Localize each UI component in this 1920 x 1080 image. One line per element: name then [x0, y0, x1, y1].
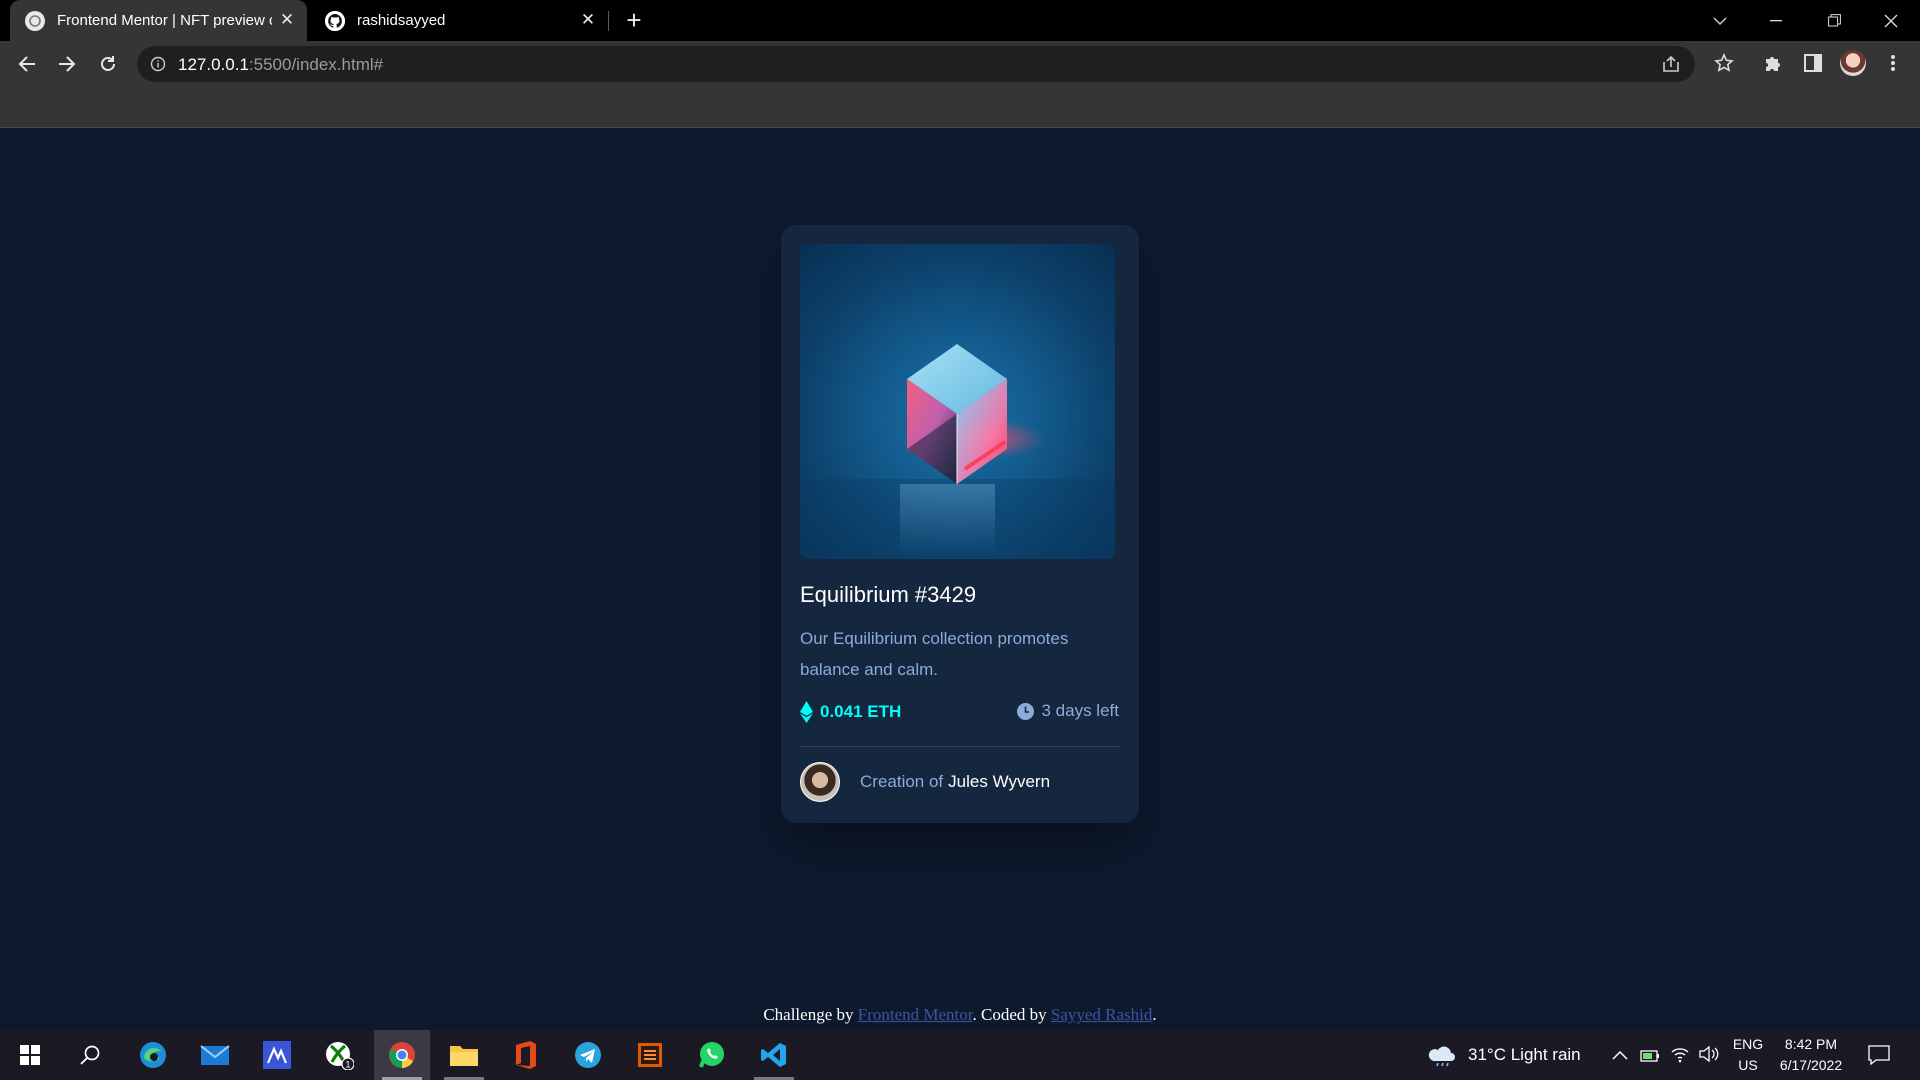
creator: Creation of Jules Wyvern [800, 762, 1050, 802]
windows-start-button[interactable] [2, 1030, 58, 1080]
browser-tab-strip: Frontend Mentor | NFT preview c ✕ rashid… [0, 0, 1920, 41]
restore-button[interactable] [1806, 0, 1862, 41]
chrome-menu-icon[interactable] [1880, 50, 1906, 76]
creator-prefix: Creation of [860, 772, 944, 791]
search-icon [80, 1045, 100, 1065]
frontend-mentor-link[interactable]: Frontend Mentor [858, 1005, 973, 1024]
weather-text[interactable]: 31°C Light rain [1468, 1045, 1581, 1065]
tab-close-icon[interactable]: ✕ [277, 10, 297, 30]
nft-image[interactable] [800, 244, 1115, 559]
back-button[interactable] [11, 48, 43, 80]
office-icon [516, 1041, 536, 1069]
windows-logo-icon [20, 1045, 40, 1065]
cube-illustration [800, 344, 1115, 559]
weather-cloud-icon[interactable] [1428, 1043, 1458, 1067]
nft-card: Equilibrium #3429 Our Equilibrium collec… [781, 225, 1139, 823]
taskbar: 1 31°C Light rain ENG US 8:42 PM 6/17/2022 [0, 1030, 1920, 1080]
vscode-app[interactable] [746, 1030, 802, 1080]
frontend-mentor-favicon-icon [25, 10, 45, 31]
creator-name-link[interactable]: Jules Wyvern [948, 772, 1050, 792]
site-info-icon[interactable] [150, 56, 166, 72]
tab-github[interactable]: rashidsayyed ✕ [310, 0, 608, 41]
tray-overflow-chevron-icon[interactable] [1612, 1050, 1628, 1060]
office-app[interactable] [498, 1030, 554, 1080]
share-icon[interactable] [1660, 53, 1682, 75]
ethereum-icon [800, 701, 813, 723]
address-bar[interactable]: 127.0.0.1:5500/index.html# [137, 46, 1695, 82]
wifi-icon[interactable] [1670, 1045, 1690, 1063]
app-m[interactable] [249, 1030, 305, 1080]
folder-icon [450, 1046, 478, 1066]
vscode-icon [761, 1043, 786, 1067]
clock[interactable]: 8:42 PM 6/17/2022 [1772, 1034, 1850, 1076]
clock-icon [1016, 702, 1034, 720]
github-icon [325, 10, 345, 31]
app-m-icon [263, 1041, 291, 1069]
search-button[interactable] [62, 1030, 118, 1080]
volume-icon[interactable] [1698, 1045, 1720, 1063]
notifications-icon[interactable] [1868, 1045, 1890, 1065]
page-viewport: Equilibrium #3429 Our Equilibrium collec… [0, 128, 1920, 1030]
tab-divider [608, 11, 609, 31]
attribution: Challenge by Frontend Mentor. Coded by S… [763, 1005, 1157, 1024]
reload-button[interactable] [92, 48, 124, 80]
mail-app[interactable] [187, 1030, 243, 1080]
minimize-button[interactable] [1748, 0, 1804, 41]
browser-toolbar: 127.0.0.1:5500/index.html# [0, 41, 1920, 87]
svg-text:1: 1 [345, 1060, 350, 1070]
xbox-icon: 1 [326, 1042, 354, 1070]
address-url[interactable]: 127.0.0.1:5500/index.html# [178, 55, 383, 75]
price-value: 0.041 ETH [820, 702, 902, 721]
tab-title: rashidsayyed [357, 12, 446, 29]
creator-avatar [800, 762, 840, 802]
bookmark-star-icon[interactable] [1711, 50, 1737, 76]
price: 0.041 ETH [800, 701, 901, 723]
tab-close-icon[interactable]: ✕ [578, 10, 598, 30]
profile-avatar[interactable] [1840, 50, 1866, 76]
back-arrow-icon [18, 56, 35, 72]
time-left-value: 3 days left [1041, 701, 1120, 720]
side-panel-icon[interactable] [1800, 50, 1826, 76]
sublime-icon [638, 1043, 662, 1067]
forward-button[interactable] [51, 48, 83, 80]
xbox-app[interactable]: 1 [311, 1030, 367, 1080]
whatsapp-icon [699, 1042, 724, 1068]
card-divider [800, 746, 1120, 747]
input-language[interactable]: ENG US [1728, 1034, 1768, 1076]
nft-description: Our Equilibrium collection promotes bala… [800, 629, 1069, 679]
edge-icon [140, 1042, 166, 1068]
extensions-puzzle-icon[interactable] [1760, 50, 1786, 76]
edge-app[interactable] [125, 1030, 181, 1080]
tab-title: Frontend Mentor | NFT preview c [57, 12, 272, 29]
mail-icon [200, 1045, 230, 1065]
new-tab-button[interactable]: + [620, 7, 648, 34]
author-link[interactable]: Sayyed Rashid [1051, 1005, 1153, 1024]
tab-frontend-mentor[interactable]: Frontend Mentor | NFT preview c ✕ [10, 0, 307, 41]
file-explorer-app[interactable] [436, 1030, 492, 1080]
reload-icon [101, 56, 115, 71]
forward-arrow-icon [59, 56, 76, 72]
sublime-text-app[interactable] [622, 1030, 678, 1080]
whatsapp-app[interactable] [684, 1030, 740, 1080]
nft-title[interactable]: Equilibrium #3429 [800, 582, 976, 608]
bookmarks-bar [0, 87, 1920, 128]
chrome-app[interactable] [374, 1030, 430, 1080]
chrome-icon [389, 1042, 415, 1068]
avatar [1840, 50, 1866, 76]
telegram-app[interactable] [560, 1030, 616, 1080]
battery-icon[interactable] [1640, 1046, 1660, 1064]
tab-search-icon[interactable] [1692, 0, 1748, 41]
close-window-button[interactable] [1863, 0, 1919, 41]
telegram-icon [575, 1042, 601, 1068]
time-left: 3 days left [1016, 701, 1120, 721]
